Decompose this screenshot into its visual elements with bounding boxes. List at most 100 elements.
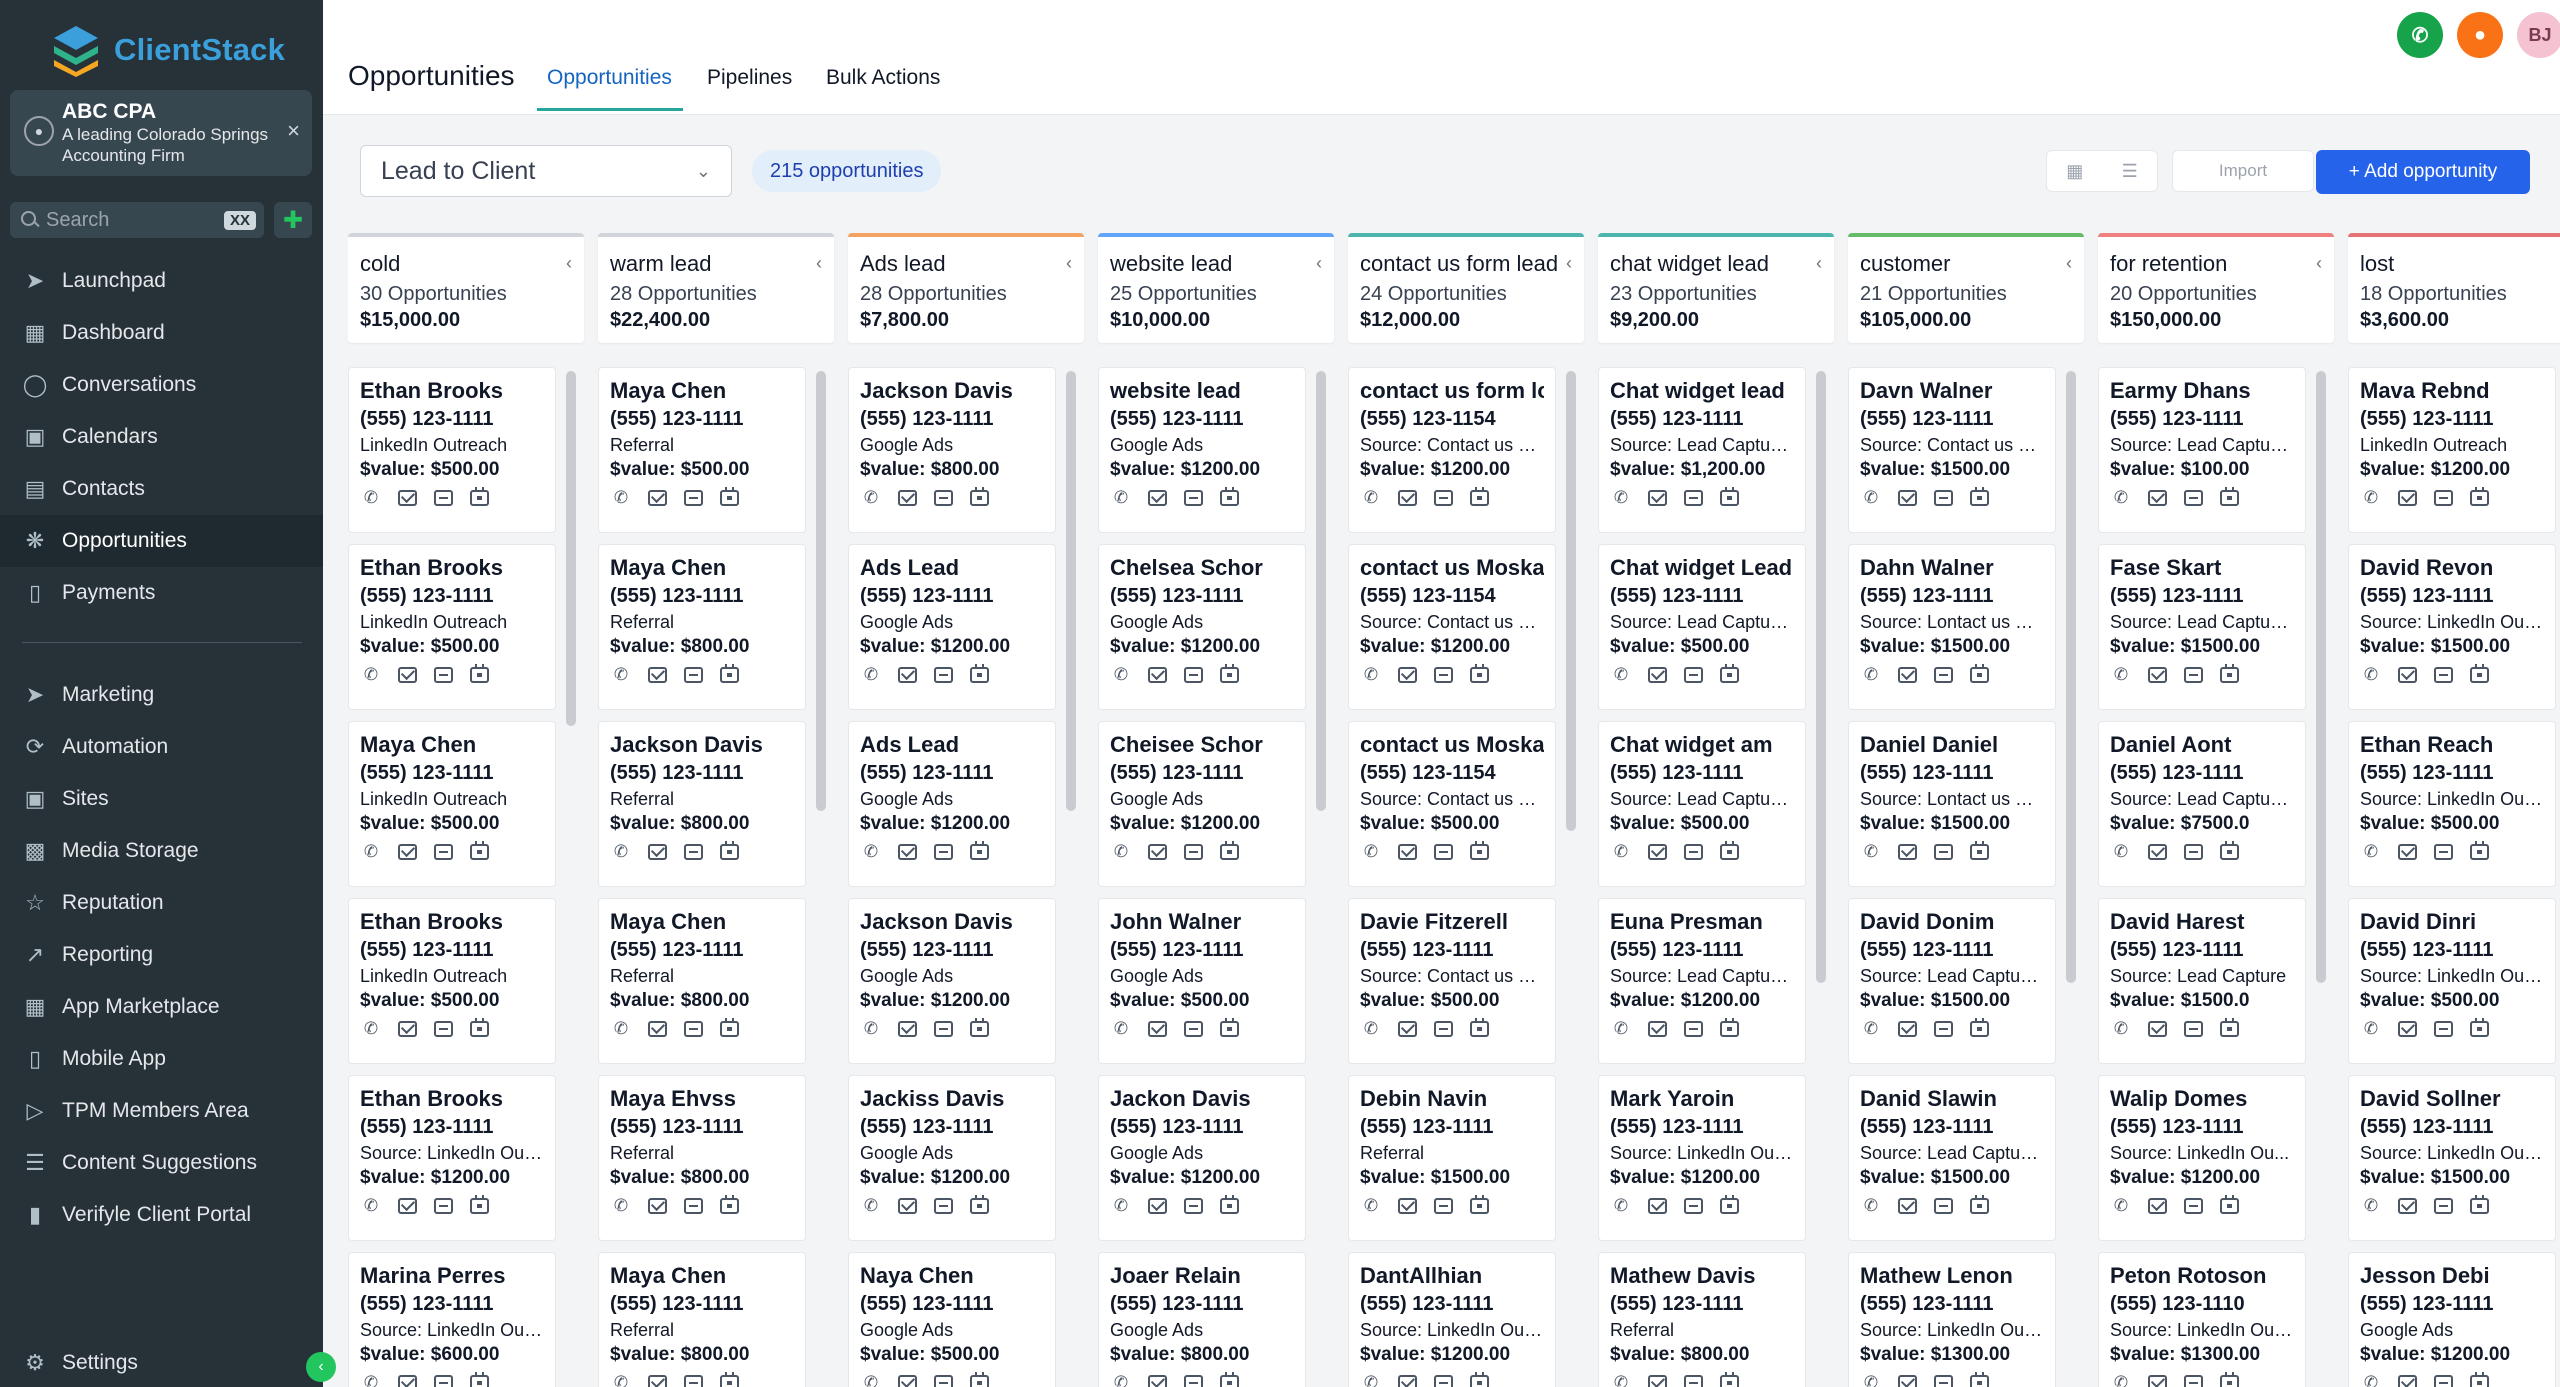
message-icon[interactable] [1432,842,1454,862]
phone-icon[interactable]: ✆ [610,1196,632,1216]
mail-icon[interactable] [1646,1373,1668,1387]
phone-icon[interactable]: ✆ [360,665,382,685]
calendar-icon[interactable] [1218,1195,1240,1216]
message-icon[interactable] [1182,1196,1204,1216]
phone-icon[interactable]: ✆ [860,488,882,508]
sidebar-item-reporting[interactable]: ↗ Reporting [0,929,323,981]
message-icon[interactable] [2432,1196,2454,1216]
calendar-icon[interactable] [718,664,740,685]
message-icon[interactable] [1432,665,1454,685]
mail-icon[interactable] [1896,488,1918,508]
phone-icon[interactable]: ✆ [860,1196,882,1216]
phone-icon[interactable]: ✆ [610,1373,632,1387]
message-icon[interactable] [1432,1196,1454,1216]
opportunity-card[interactable]: Ethan Brooks (555) 123-1111 LinkedIn Outre… [348,898,556,1064]
avatar[interactable]: BJ [2517,12,2560,58]
calendar-icon[interactable] [968,1018,990,1039]
opportunity-card[interactable]: Ethan Brooks (555) 123-1111 LinkedIn Outre… [348,367,556,533]
phone-icon[interactable]: ✆ [1110,1019,1132,1039]
mail-icon[interactable] [1396,1196,1418,1216]
sidebar-item-media-storage[interactable]: ▩ Media Storage [0,825,323,877]
opportunity-card[interactable]: Cheisee Schor (555) 123-1111 Google Ads $va… [1098,721,1306,887]
sidebar-item-sites[interactable]: ▣ Sites [0,773,323,825]
opportunity-card[interactable]: Mava Rebnd (555) 123-1111 LinkedIn Outreac… [2348,367,2556,533]
mail-icon[interactable] [2396,842,2418,862]
opportunity-card[interactable]: Chat widget lead (555) 123-1111 Source: Le… [1598,367,1806,533]
collapse-sidebar-button[interactable]: ‹ [306,1352,336,1382]
calendar-icon[interactable] [1468,487,1490,508]
phone-icon[interactable]: ✆ [2110,1019,2132,1039]
opportunity-card[interactable]: contact us Moskal (555) 123-1154 Source: C… [1348,721,1556,887]
tab-pipelines[interactable]: Pipelines [707,66,792,90]
mail-icon[interactable] [1146,1196,1168,1216]
calendar-icon[interactable] [1968,487,1990,508]
calendar-icon[interactable] [2468,487,2490,508]
opportunity-card[interactable]: Chelsea Schor (555) 123-1111 Google Ads $va… [1098,544,1306,710]
mail-icon[interactable] [1896,1196,1918,1216]
mail-icon[interactable] [1396,842,1418,862]
phone-icon[interactable]: ✆ [860,1019,882,1039]
opportunity-card[interactable]: Mark Yaroin (555) 123-1111 Source: LinkedI… [1598,1075,1806,1241]
close-icon[interactable]: × [287,118,300,144]
message-icon[interactable] [1932,1019,1954,1039]
calendar-icon[interactable] [718,1195,740,1216]
calendar-icon[interactable] [2468,664,2490,685]
list-view-icon[interactable]: ☰ [2122,161,2138,182]
chevron-left-icon[interactable]: ‹ [1066,253,1072,274]
phone-icon[interactable]: ✆ [1610,842,1632,862]
sidebar-item-conversations[interactable]: ◯ Conversations [0,359,323,411]
phone-icon[interactable]: ✆ [1360,488,1382,508]
opportunity-card[interactable]: Naya Chen (555) 123-1111 Google Ads $value:… [848,1252,1056,1387]
calendar-icon[interactable] [1218,664,1240,685]
opportunity-card[interactable]: Jackon Davis (555) 123-1111 Google Ads $val… [1098,1075,1306,1241]
phone-icon[interactable]: ✆ [1360,842,1382,862]
phone-icon[interactable]: ✆ [360,842,382,862]
mail-icon[interactable] [2146,665,2168,685]
message-icon[interactable] [932,1196,954,1216]
calendar-icon[interactable] [468,1372,490,1387]
phone-icon[interactable]: ✆ [1860,1373,1882,1387]
message-icon[interactable] [932,842,954,862]
opportunity-card[interactable]: Chat widget Lead (555) 123-1111 Source: Le… [1598,544,1806,710]
opportunity-card[interactable]: contact us form lo... (555) 123-1154 Sourc… [1348,367,1556,533]
calendar-icon[interactable] [718,1018,740,1039]
mail-icon[interactable] [646,842,668,862]
message-icon[interactable] [682,1373,704,1387]
phone-icon[interactable]: ✆ [1110,488,1132,508]
opportunity-card[interactable]: Ads Lead (555) 123-1111 Google Ads $value: … [848,544,1056,710]
calendar-icon[interactable] [2468,841,2490,862]
phone-icon[interactable]: ✆ [610,842,632,862]
opportunity-card[interactable]: Dahn Walner (555) 123-1111 Source: Lontact… [1848,544,2056,710]
opportunity-card[interactable]: Davie Fitzerell (555) 123-1111 Source: Con… [1348,898,1556,1064]
opportunity-card[interactable]: Euna Presman (555) 123-1111 Source: Lead C… [1598,898,1806,1064]
phone-icon[interactable]: ✆ [1610,1373,1632,1387]
calendar-icon[interactable] [1218,487,1240,508]
calendar-icon[interactable] [718,841,740,862]
calendar-icon[interactable] [1968,1195,1990,1216]
tab-opportunities[interactable]: Opportunities [547,66,672,90]
mail-icon[interactable] [396,1196,418,1216]
phone-icon[interactable]: ✆ [1610,665,1632,685]
opportunity-card[interactable]: Mathew Davis (555) 123-1111 Referral $value… [1598,1252,1806,1387]
chevron-left-icon[interactable]: ‹ [816,253,822,274]
phone-icon[interactable]: ✆ [610,488,632,508]
mail-icon[interactable] [1646,1019,1668,1039]
app-logo[interactable]: ClientStack [48,20,285,80]
chevron-left-icon[interactable]: ‹ [1816,253,1822,274]
mail-icon[interactable] [396,842,418,862]
calendar-icon[interactable] [1718,487,1740,508]
chevron-left-icon[interactable]: ‹ [1316,253,1322,274]
message-icon[interactable] [432,1196,454,1216]
mail-icon[interactable] [2396,665,2418,685]
phone-icon[interactable]: ✆ [2360,488,2382,508]
mail-icon[interactable] [646,1373,668,1387]
opportunity-card[interactable]: Maya Ehvss (555) 123-1111 Referral $value: … [598,1075,806,1241]
phone-icon[interactable]: ✆ [2360,665,2382,685]
mail-icon[interactable] [896,1196,918,1216]
opportunity-card[interactable]: Ethan Brooks (555) 123-1111 LinkedIn Outre… [348,544,556,710]
calendar-icon[interactable] [1718,1195,1740,1216]
opportunity-card[interactable]: John Walner (555) 123-1111 Google Ads $valu… [1098,898,1306,1064]
chevron-left-icon[interactable]: ‹ [2316,253,2322,274]
opportunity-card[interactable]: Peton Rotoson (555) 123-1110 Source: Linke… [2098,1252,2306,1387]
calendar-icon[interactable] [1468,664,1490,685]
